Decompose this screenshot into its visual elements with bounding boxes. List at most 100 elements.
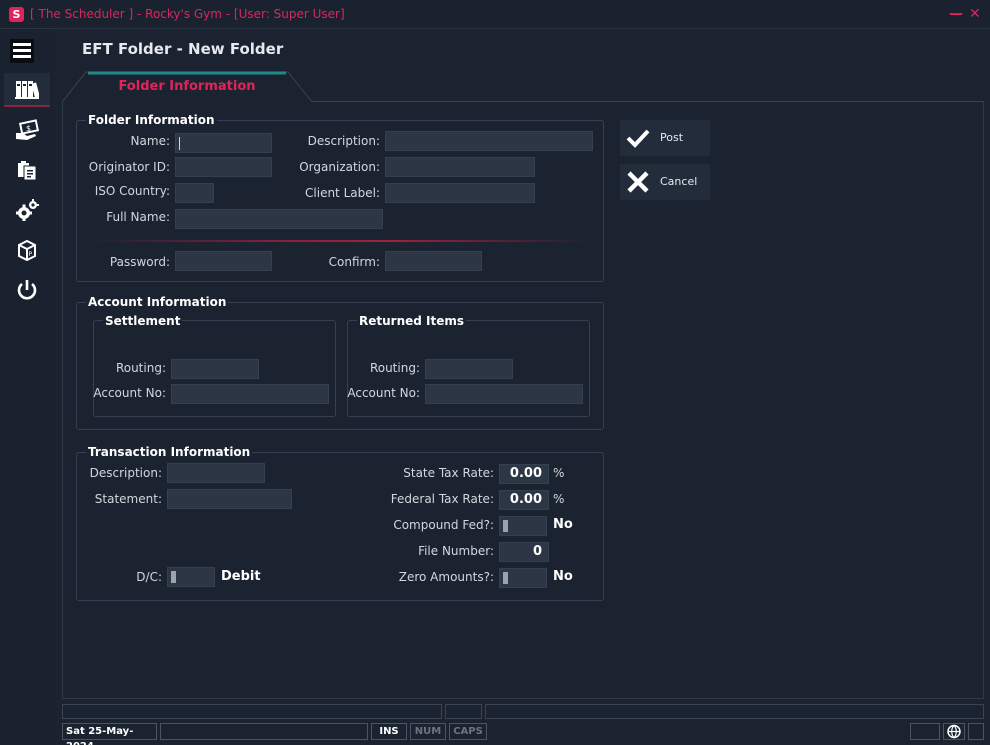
money-hand-icon: $ (16, 119, 39, 140)
status-date: Sat 25-May-2024 (62, 723, 157, 745)
minimize-button[interactable]: — (949, 6, 963, 22)
app-icon: S (9, 7, 24, 22)
status-caps: CAPS (449, 723, 487, 740)
nav-clipboard[interactable] (4, 153, 50, 187)
account-info-title: Account Information (86, 295, 229, 309)
x-icon (627, 171, 649, 193)
returned-routing-label: Routing: (369, 361, 420, 375)
iso-country-input[interactable] (175, 183, 214, 203)
full-name-input[interactable] (175, 209, 383, 229)
cancel-button[interactable]: Cancel (620, 164, 710, 200)
compound-fed-label: Compound Fed?: (393, 518, 494, 532)
state-tax-percent: % (553, 466, 565, 480)
page-title: EFT Folder - New Folder (82, 40, 284, 58)
folder-info-title: Folder Information (86, 113, 217, 127)
nav-package[interactable]: P (4, 233, 50, 267)
file-number-label: File Number: (418, 544, 494, 558)
status-ins: INS (371, 723, 407, 740)
divider (90, 240, 590, 242)
gears-icon (16, 199, 39, 221)
zero-amounts-value: No (553, 569, 573, 584)
window-title: [ The Scheduler ] - Rocky's Gym - [User:… (30, 7, 345, 21)
client-label-label: Client Label: (305, 186, 380, 200)
status-num: NUM (410, 723, 446, 740)
title-bar: S [ The Scheduler ] - Rocky's Gym - [Use… (0, 0, 990, 29)
text-caret (179, 137, 180, 150)
status-panel (968, 723, 984, 740)
password-label: Password: (109, 255, 170, 269)
transaction-info-title: Transaction Information (86, 445, 253, 459)
federal-tax-percent: % (553, 492, 565, 506)
file-number-input[interactable]: 0 (499, 542, 549, 562)
state-tax-label: State Tax Rate: (403, 466, 494, 480)
full-name-label: Full Name: (106, 210, 170, 224)
iso-country-label: ISO Country: (94, 184, 170, 198)
globe-button[interactable] (943, 723, 965, 740)
left-nav: $ P (0, 29, 54, 745)
toggle-marker (171, 571, 176, 583)
trans-description-input[interactable] (167, 463, 265, 483)
dc-label: D/C: (136, 570, 162, 584)
returned-items-title: Returned Items (357, 314, 467, 328)
settlement-routing-input[interactable] (171, 359, 259, 379)
status-panel (485, 704, 984, 719)
menu-icon[interactable] (10, 39, 34, 63)
nav-power[interactable] (4, 273, 50, 307)
password-input[interactable] (175, 251, 272, 271)
settlement-routing-label: Routing: (115, 361, 166, 375)
status-panel (62, 704, 442, 719)
compound-fed-value: No (553, 517, 573, 532)
nav-books[interactable] (4, 73, 50, 107)
cancel-label: Cancel (660, 175, 698, 188)
status-panel (910, 723, 940, 740)
trans-description-label: Description: (89, 466, 162, 480)
clipboard-icon (18, 161, 37, 181)
checkmark-icon (626, 129, 650, 148)
federal-tax-label: Federal Tax Rate: (390, 492, 494, 506)
toggle-marker (503, 572, 508, 584)
confirm-label: Confirm: (328, 255, 380, 269)
tab-folder-information[interactable]: Folder Information (62, 71, 312, 102)
status-bar-bottom: Sat 25-May-2024 INS NUM CAPS (62, 723, 984, 745)
statement-input[interactable] (167, 489, 292, 509)
close-button[interactable]: ✕ (969, 6, 981, 22)
toggle-marker (503, 520, 508, 532)
returned-account-label: Account No: (347, 386, 420, 400)
status-panel (445, 704, 482, 719)
nav-money[interactable]: $ (4, 113, 50, 147)
compound-fed-toggle[interactable] (499, 516, 547, 536)
post-label: Post (660, 131, 684, 144)
svg-text:P: P (29, 251, 33, 258)
returned-account-input[interactable] (425, 384, 583, 404)
svg-text:$: $ (26, 124, 31, 133)
nav-settings[interactable] (4, 193, 50, 227)
package-icon: P (18, 239, 36, 261)
settlement-title: Settlement (103, 314, 183, 328)
power-icon (17, 280, 37, 300)
settlement-account-input[interactable] (171, 384, 329, 404)
organization-input[interactable] (385, 157, 535, 177)
settlement-account-label: Account No: (93, 386, 166, 400)
name-input[interactable] (175, 133, 272, 153)
dc-value: Debit (221, 569, 261, 584)
client-label-input[interactable] (385, 183, 535, 203)
zero-amounts-toggle[interactable] (499, 568, 547, 588)
tab-label: Folder Information (118, 79, 256, 94)
description-input[interactable] (385, 131, 593, 151)
originator-id-input[interactable] (175, 157, 272, 177)
status-bar-top (62, 704, 984, 720)
state-tax-input[interactable]: 0.00 (499, 464, 549, 484)
name-label: Name: (130, 134, 170, 148)
statement-label: Statement: (94, 492, 162, 506)
originator-id-label: Originator ID: (88, 160, 170, 174)
organization-label: Organization: (299, 160, 380, 174)
confirm-input[interactable] (385, 251, 482, 271)
globe-icon (947, 724, 961, 739)
post-button[interactable]: Post (620, 120, 710, 156)
returned-routing-input[interactable] (425, 359, 513, 379)
status-panel (160, 723, 368, 740)
books-icon (15, 81, 39, 99)
zero-amounts-label: Zero Amounts?: (398, 570, 494, 584)
dc-toggle[interactable] (167, 567, 215, 587)
federal-tax-input[interactable]: 0.00 (499, 490, 549, 510)
